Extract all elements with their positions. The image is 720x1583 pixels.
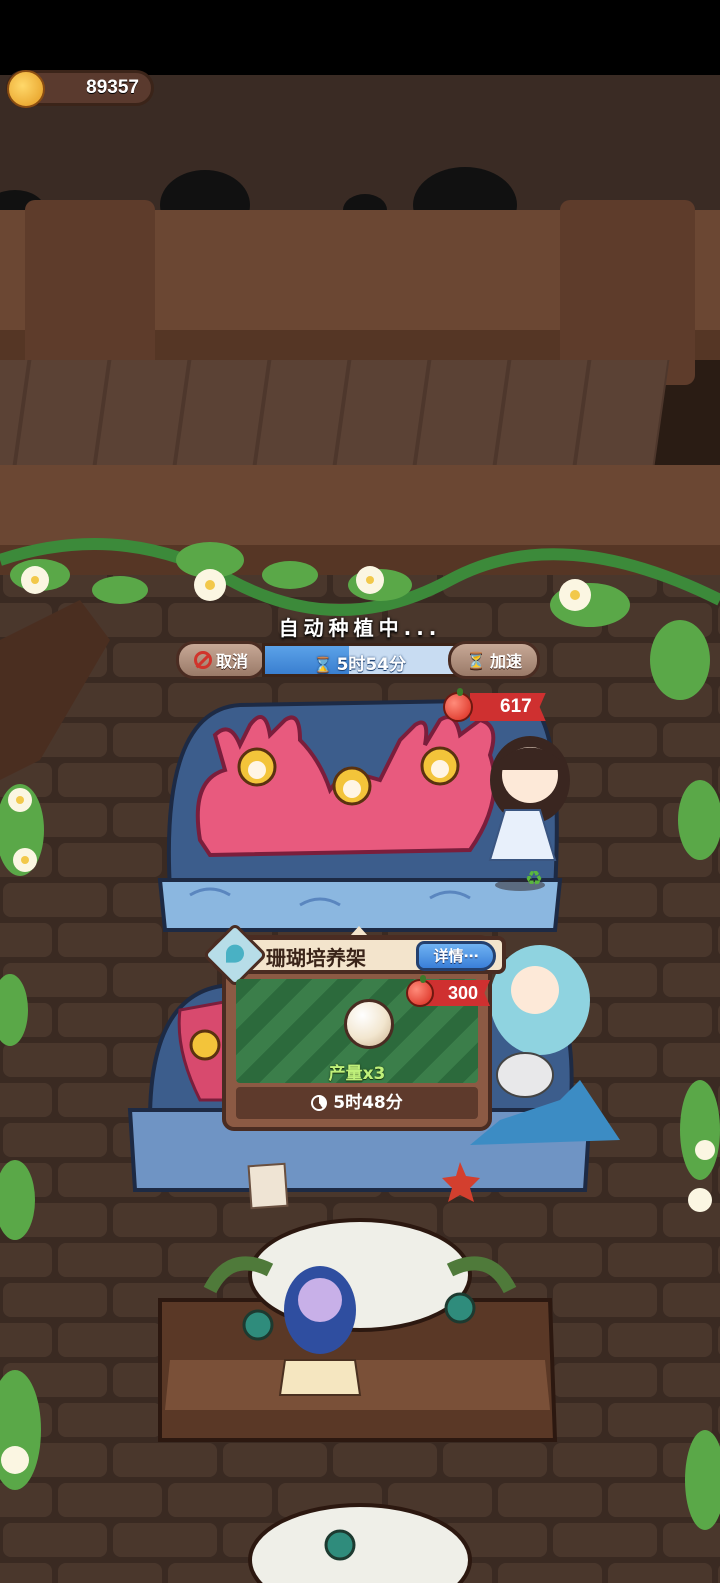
cancel-button[interactable]: 取消 — [176, 641, 266, 679]
cancel-label: 取消 — [215, 652, 248, 671]
info-card-header: 珊瑚培养架 详情⋯ — [202, 922, 506, 988]
crown-coin-icon — [7, 70, 45, 108]
game-scene: ♻ — [0, 75, 720, 1583]
status-bar — [0, 0, 720, 75]
cost-value: 300 — [448, 982, 479, 1003]
building-info-card[interactable]: 珊瑚培养架 详情⋯ 产量x3 5时48分 — [202, 922, 506, 1131]
svg-text:♻: ♻ — [525, 866, 543, 890]
apple-counter-badge: 617 — [470, 693, 546, 721]
coin-value: 89357 — [86, 77, 139, 98]
apple-icon — [443, 688, 473, 722]
production-time-value: 5时48分 — [333, 1093, 403, 1113]
pearl-icon — [344, 999, 394, 1049]
cost-apple-icon — [406, 975, 434, 1007]
growth-timer-bar: ⌛ 5时54分 — [262, 643, 458, 677]
hourglass-speed-icon: ⏳ — [466, 650, 486, 670]
timer-value: 5时54分 — [336, 655, 407, 675]
building-title: 珊瑚培养架 — [266, 946, 366, 970]
apple-count: 617 — [500, 696, 532, 717]
production-time: 5时48分 — [236, 1087, 478, 1119]
clock-icon — [311, 1095, 328, 1111]
speed-up-label: 加速 — [489, 652, 522, 671]
speed-up-button[interactable]: ⏳ 加速 — [448, 641, 540, 679]
coin-counter[interactable]: 89357 — [6, 70, 154, 108]
auto-planting-status: 自动种植中... — [278, 616, 442, 640]
details-button[interactable]: 详情⋯ — [416, 941, 496, 971]
hourglass-icon: ⌛ — [313, 656, 333, 674]
yield-text: 产量x3 — [328, 1064, 386, 1083]
cancel-icon — [193, 651, 212, 669]
timer-text-row: ⌛ 5时54分 — [265, 650, 455, 675]
